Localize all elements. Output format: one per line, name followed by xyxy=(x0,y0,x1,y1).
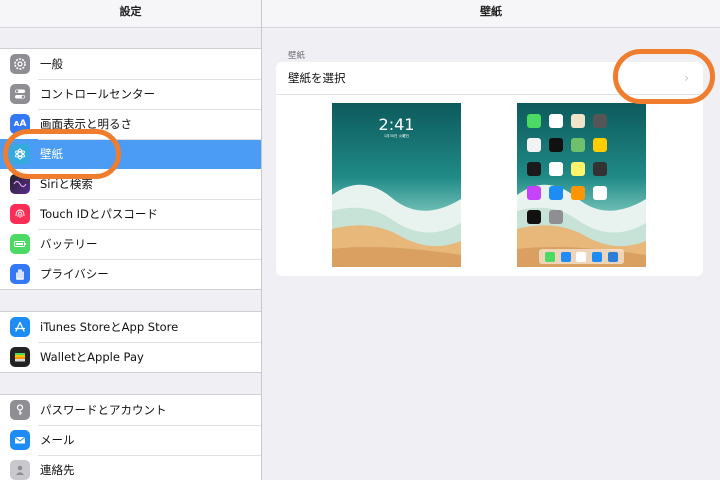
notes-icon xyxy=(571,162,585,176)
lock-screen-preview[interactable]: 2:41 1月30日 火曜日 xyxy=(332,103,461,267)
lock-screen-time: 2:41 xyxy=(378,115,415,134)
settings-sidebar: 設定 一般 コントロールセンター ᴀA 画面表示と明るさ 壁紙 Siriと検索 … xyxy=(0,0,262,480)
reminders-icon xyxy=(549,162,563,176)
mail-icon xyxy=(10,430,30,450)
sidebar-item-label: バッテリー xyxy=(40,237,98,251)
home-screen-preview[interactable] xyxy=(517,103,646,267)
hand-icon xyxy=(10,264,30,284)
tv-icon xyxy=(527,162,541,176)
toggles-icon xyxy=(10,84,30,104)
mail-icon xyxy=(592,251,603,262)
files-icon xyxy=(608,251,619,262)
sidebar-item-label: iTunes StoreとApp Store xyxy=(40,320,179,334)
itunes-store-icon xyxy=(527,186,541,200)
lock-screen-date: 1月30日 火曜日 xyxy=(383,134,410,138)
highlight-wallpaper-item xyxy=(3,129,121,179)
sidebar-item-passwords-accounts[interactable]: パスワードとアカウント xyxy=(0,395,261,425)
facetime-icon xyxy=(527,114,541,128)
stocks-icon xyxy=(593,162,607,176)
page-title: 壁紙 xyxy=(262,0,720,28)
section-title: 壁紙 xyxy=(288,51,306,61)
sidebar-item-label: Touch IDとパスコード xyxy=(40,207,158,221)
battery-icon xyxy=(10,234,30,254)
sidebar-item-battery[interactable]: バッテリー xyxy=(0,229,261,259)
fingerprint-icon xyxy=(10,204,30,224)
sidebar-item-touch-id-passcode[interactable]: Touch IDとパスコード xyxy=(0,199,261,229)
key-icon xyxy=(10,400,30,420)
sidebar-item-mail[interactable]: メール xyxy=(0,425,261,455)
home-dock xyxy=(539,249,624,264)
home-icon xyxy=(593,186,607,200)
tips-icon xyxy=(593,138,607,152)
photos-icon xyxy=(571,114,585,128)
sidebar-item-label: WalletとApple Pay xyxy=(40,350,144,364)
choose-wallpaper-label: 壁紙を選択 xyxy=(288,71,346,85)
empty-slot xyxy=(615,162,629,176)
empty-slot xyxy=(615,138,629,152)
settings-group-2: iTunes StoreとApp Store WalletとApple Pay xyxy=(0,311,261,373)
app-store-icon xyxy=(549,186,563,200)
sidebar-item-label: パスワードとアカウント xyxy=(40,403,167,417)
sidebar-title: 設定 xyxy=(0,0,261,28)
contacts-icon xyxy=(527,138,541,152)
sidebar-item-label: メール xyxy=(40,433,75,447)
sidebar-item-itunes-app-store[interactable]: iTunes StoreとApp Store xyxy=(0,312,261,342)
settings-group-3: パスワードとアカウント メール 連絡先 xyxy=(0,394,261,480)
safari-icon xyxy=(560,251,571,262)
books-icon xyxy=(571,186,585,200)
empty-slot xyxy=(615,186,629,200)
sidebar-item-label: プライバシー xyxy=(40,267,109,281)
sidebar-item-general[interactable]: 一般 xyxy=(0,49,261,79)
gear-icon xyxy=(10,54,30,74)
settings-icon xyxy=(549,210,563,224)
camera-icon xyxy=(593,114,607,128)
maps-icon xyxy=(571,138,585,152)
voice-memos-icon xyxy=(527,210,541,224)
sidebar-item-label: コントロールセンター xyxy=(40,87,155,101)
home-app-grid xyxy=(527,114,637,224)
sidebar-item-label: 一般 xyxy=(40,57,63,71)
messages-icon xyxy=(544,251,555,262)
wallet-icon xyxy=(10,347,30,367)
sidebar-item-label: 連絡先 xyxy=(40,463,75,477)
clock-icon xyxy=(549,138,563,152)
music-icon xyxy=(576,251,587,262)
sidebar-item-contacts[interactable]: 連絡先 xyxy=(0,455,261,480)
contacts-icon xyxy=(10,460,30,480)
sidebar-item-control-center[interactable]: コントロールセンター xyxy=(0,79,261,109)
sidebar-item-privacy[interactable]: プライバシー xyxy=(0,259,261,289)
empty-slot xyxy=(615,114,629,128)
calendar-icon xyxy=(549,114,563,128)
highlight-choose-wallpaper xyxy=(613,49,715,104)
sidebar-item-wallet-apple-pay[interactable]: WalletとApple Pay xyxy=(0,342,261,372)
app-store-icon xyxy=(10,317,30,337)
